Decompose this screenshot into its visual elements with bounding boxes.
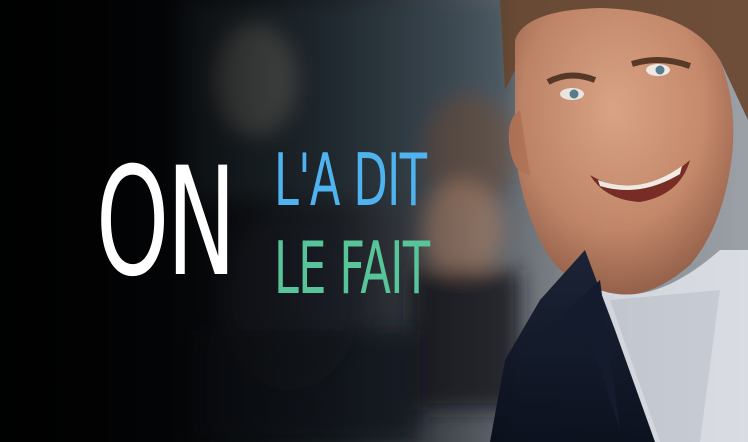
headline-line-done: LE FAIT: [274, 226, 430, 310]
hero-banner: ON L'A DIT LE FAIT: [0, 0, 748, 442]
headline-line-said: L'A DIT: [274, 138, 427, 222]
headline-on: ON: [96, 136, 236, 310]
